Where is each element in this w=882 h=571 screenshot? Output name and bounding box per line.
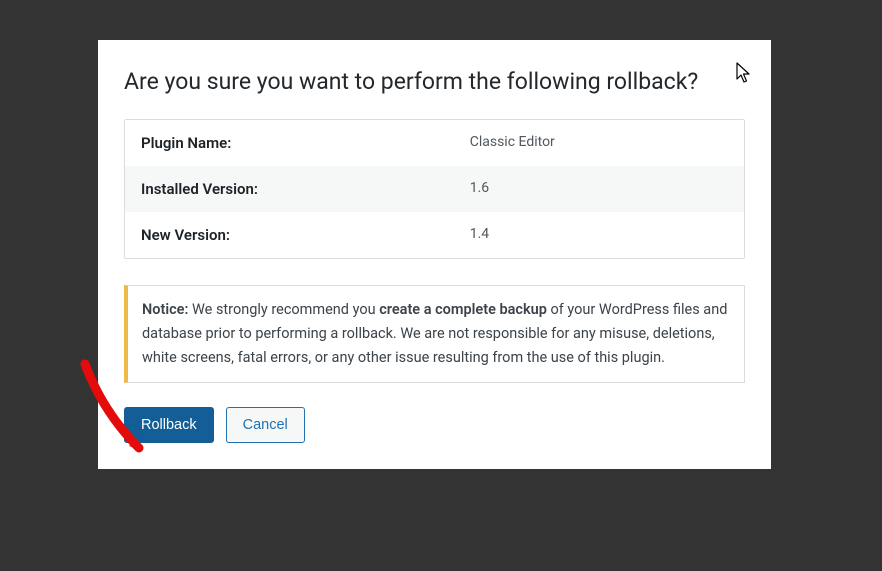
cancel-button[interactable]: Cancel (226, 407, 305, 443)
action-buttons: Rollback Cancel (124, 407, 745, 443)
table-row: New Version: 1.4 (125, 212, 744, 258)
installed-version-label: Installed Version: (141, 180, 470, 198)
plugin-name-value: Classic Editor (470, 134, 728, 152)
plugin-name-label: Plugin Name: (141, 134, 470, 152)
notice-prefix: Notice: (142, 301, 188, 318)
modal-heading: Are you sure you want to perform the fol… (124, 68, 745, 95)
new-version-value: 1.4 (470, 226, 728, 244)
rollback-info-table: Plugin Name: Classic Editor Installed Ve… (124, 119, 745, 259)
installed-version-value: 1.6 (470, 180, 728, 198)
table-row: Plugin Name: Classic Editor (125, 120, 744, 166)
rollback-confirm-modal: Are you sure you want to perform the fol… (98, 40, 771, 469)
notice-text-1: We strongly recommend you (188, 301, 379, 318)
rollback-button[interactable]: Rollback (124, 407, 214, 443)
table-row: Installed Version: 1.6 (125, 166, 744, 212)
warning-notice: Notice: We strongly recommend you create… (124, 285, 745, 383)
new-version-label: New Version: (141, 226, 470, 244)
notice-bold: create a complete backup (379, 301, 547, 318)
